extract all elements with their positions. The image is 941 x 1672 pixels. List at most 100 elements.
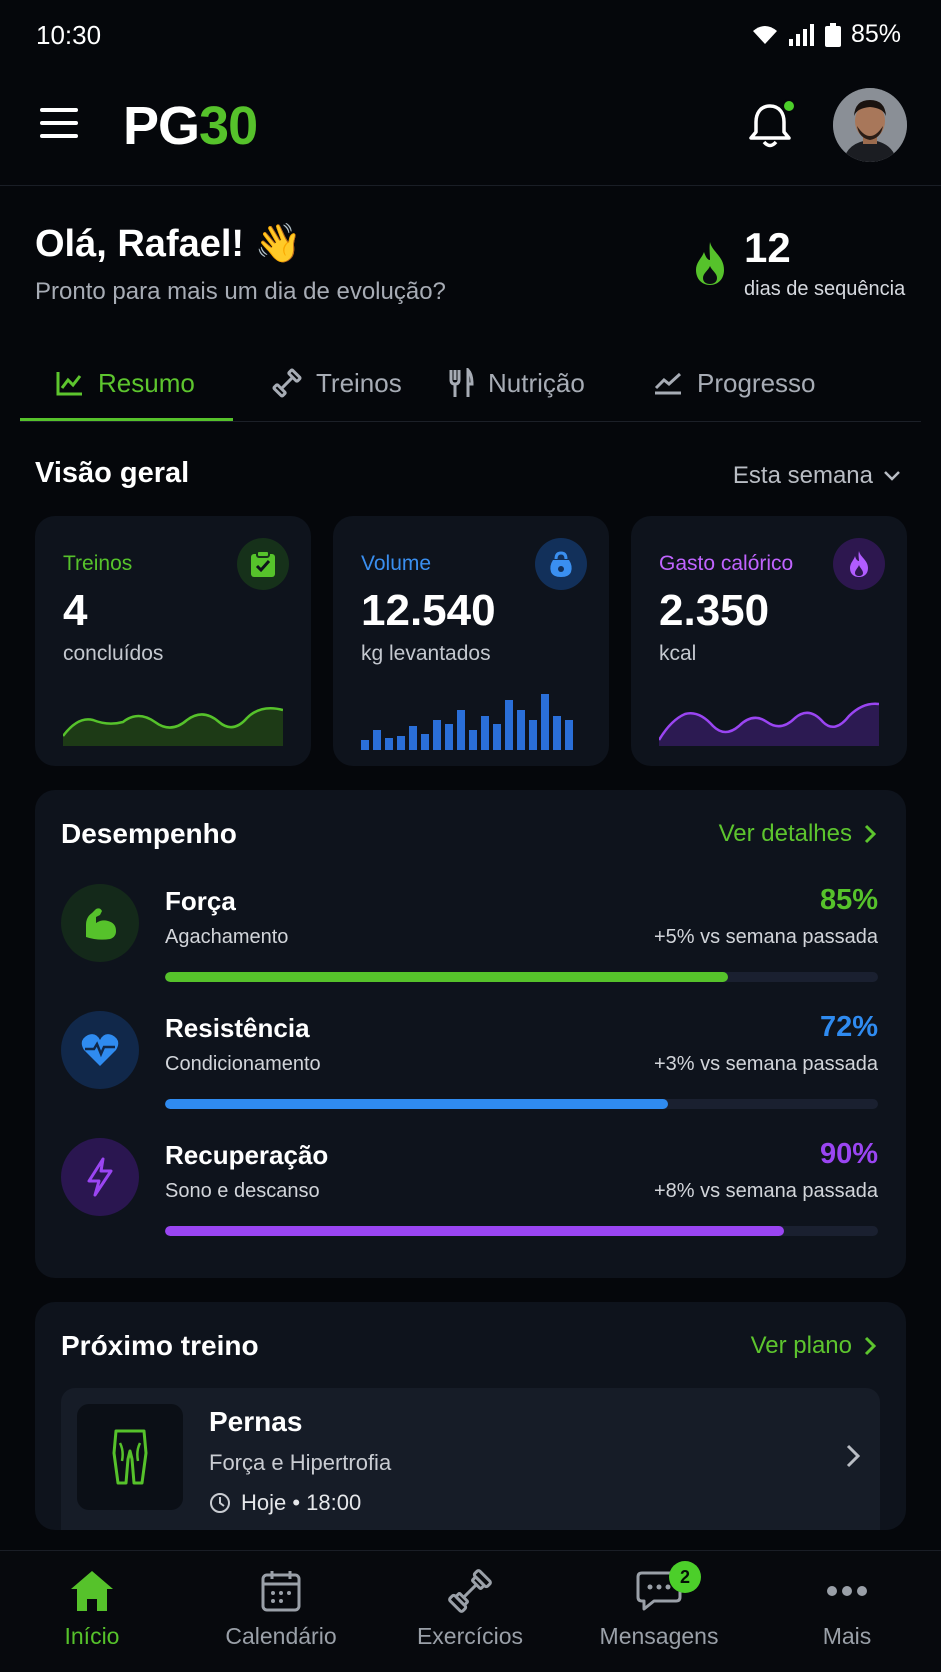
notification-dot: [782, 99, 796, 113]
details-link[interactable]: Ver detalhes: [719, 820, 876, 848]
performance-sub: Sono e descanso: [165, 1180, 320, 1202]
performance-name: Recuperação: [165, 1140, 329, 1170]
details-link-label: Ver detalhes: [718, 820, 852, 847]
workout-type: Força e Hipertrofia: [209, 1450, 392, 1475]
home-icon: [68, 1567, 116, 1615]
bicep-icon: [61, 884, 139, 962]
tab-label: Progresso: [697, 367, 816, 398]
nav-label: Exercícios: [416, 1623, 524, 1649]
next-workout-card: Próximo treino Ver plano Pernas Força e …: [35, 1302, 906, 1530]
stat-card-calorias[interactable]: Gasto calórico 2.350 kcal: [631, 516, 907, 766]
stat-unit: kg levantados: [361, 642, 491, 665]
app-logo: PG30: [123, 96, 258, 156]
tab-resumo[interactable]: Resumo: [56, 344, 195, 422]
stat-unit: kcal: [659, 642, 697, 665]
active-tab-indicator: [20, 418, 233, 421]
chevron-right-icon: [846, 1444, 860, 1468]
tab-bar: Resumo Treinos Nutrição Progresso: [20, 344, 921, 422]
workout-time: Hoje • 18:00: [209, 1490, 361, 1516]
kettlebell-icon: [535, 538, 587, 590]
tab-label: Resumo: [98, 367, 195, 398]
status-time: 10:30: [36, 20, 102, 50]
flame-icon: [833, 538, 885, 590]
clipboard-check-icon: [237, 538, 289, 590]
performance-sub: Condicionamento: [165, 1053, 321, 1075]
stat-label: Gasto calórico: [659, 552, 794, 575]
performance-percent: 85%: [819, 884, 878, 916]
workout-time-label: Hoje • 18:00: [241, 1490, 362, 1515]
performance-row-recuperacao: Recuperação Sono e descanso 90% +8% vs s…: [35, 1138, 906, 1258]
trend-icon: [654, 372, 682, 395]
stat-value: 4: [63, 586, 88, 635]
performance-sub: Agachamento: [165, 926, 289, 948]
performance-comparison: +8% vs semana passada: [653, 1180, 878, 1202]
stat-card-volume[interactable]: Volume 12.540 kg levantados: [333, 516, 609, 766]
sparkline: [659, 702, 879, 746]
stat-label: Volume: [361, 552, 432, 575]
performance-comparison: +5% vs semana passada: [653, 926, 878, 948]
heart-pulse-icon: [61, 1011, 139, 1089]
tab-progresso[interactable]: Progresso: [653, 344, 816, 422]
nav-exercicios[interactable]: Exercícios: [395, 1551, 545, 1672]
battery-level: 85%: [850, 20, 901, 48]
signal-icon: [788, 23, 814, 46]
performance-comparison: +3% vs semana passada: [653, 1053, 878, 1075]
calendar-icon: [257, 1567, 305, 1615]
progress-track: [165, 972, 878, 982]
performance-percent: 72%: [819, 1011, 878, 1043]
greeting-subtitle: Pronto para mais um dia de evolução?: [35, 278, 446, 305]
nav-label: Calendário: [225, 1623, 337, 1649]
more-icon: [823, 1567, 871, 1615]
flame-icon: [696, 242, 724, 285]
chevron-down-icon: [884, 471, 900, 481]
chat-icon: 2: [635, 1561, 701, 1615]
nav-mais[interactable]: Mais: [772, 1551, 922, 1672]
progress-track: [165, 1226, 878, 1236]
greeting-title: Olá, Rafael! 👋: [35, 223, 302, 265]
tab-label: Nutrição: [488, 367, 585, 398]
nav-label: Início: [64, 1623, 120, 1649]
performance-title: Desempenho: [61, 818, 237, 849]
progress-fill: [165, 1226, 784, 1236]
clock-icon: [210, 1493, 230, 1513]
tab-nutricao[interactable]: Nutrição: [448, 344, 585, 422]
dumbbell-icon: [272, 368, 302, 398]
chevron-right-icon: [864, 824, 876, 844]
battery-icon: [824, 22, 841, 47]
nav-calendario[interactable]: Calendário: [206, 1551, 356, 1672]
workout-name: Pernas: [209, 1406, 303, 1437]
nav-label: Mensagens: [599, 1623, 719, 1649]
stat-unit: concluídos: [63, 642, 164, 665]
wifi-icon: [752, 25, 777, 44]
stat-card-treinos[interactable]: Treinos 4 concluídos: [35, 516, 311, 766]
chart-icon: [56, 372, 82, 396]
message-count-badge: 2: [669, 1561, 701, 1593]
next-workout-title: Próximo treino: [61, 1330, 259, 1361]
performance-card: Desempenho Ver detalhes Força Agachament…: [35, 790, 906, 1278]
overview-title: Visão geral: [35, 457, 190, 489]
sparkline: [63, 707, 283, 746]
plan-link[interactable]: Ver plano: [751, 1332, 876, 1360]
tab-treinos[interactable]: Treinos: [272, 344, 402, 422]
performance-row-resistencia: Resistência Condicionamento 72% +3% vs s…: [35, 1011, 906, 1131]
status-icons: 85%: [751, 20, 901, 49]
nav-label: Mais: [822, 1623, 872, 1649]
workout-item[interactable]: Pernas Força e Hipertrofia Hoje • 18:00: [61, 1388, 880, 1530]
plan-link-label: Ver plano: [750, 1332, 852, 1359]
bolt-icon: [61, 1138, 139, 1216]
utensils-icon: [449, 368, 474, 397]
streak-label: dias de sequência: [744, 278, 906, 300]
period-dropdown[interactable]: Esta semana: [733, 462, 901, 490]
performance-name: Resistência: [165, 1013, 310, 1043]
tab-label: Treinos: [316, 367, 402, 398]
menu-icon[interactable]: [40, 106, 80, 140]
avatar[interactable]: [833, 88, 907, 162]
dumbbell-icon: [446, 1567, 494, 1615]
stat-label: Treinos: [63, 552, 133, 575]
nav-mensagens[interactable]: 2 Mensagens: [584, 1551, 734, 1672]
streak-value: 12: [744, 224, 791, 271]
stat-value: 12.540: [361, 586, 496, 635]
nav-inicio[interactable]: Início: [17, 1551, 167, 1672]
performance-percent: 90%: [819, 1138, 878, 1170]
avatar-image: [833, 88, 907, 162]
